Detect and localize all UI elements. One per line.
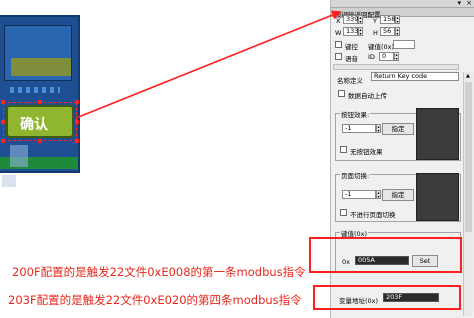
annotation-arrows: [75, 10, 342, 119]
arrow-to-position: [75, 10, 342, 119]
